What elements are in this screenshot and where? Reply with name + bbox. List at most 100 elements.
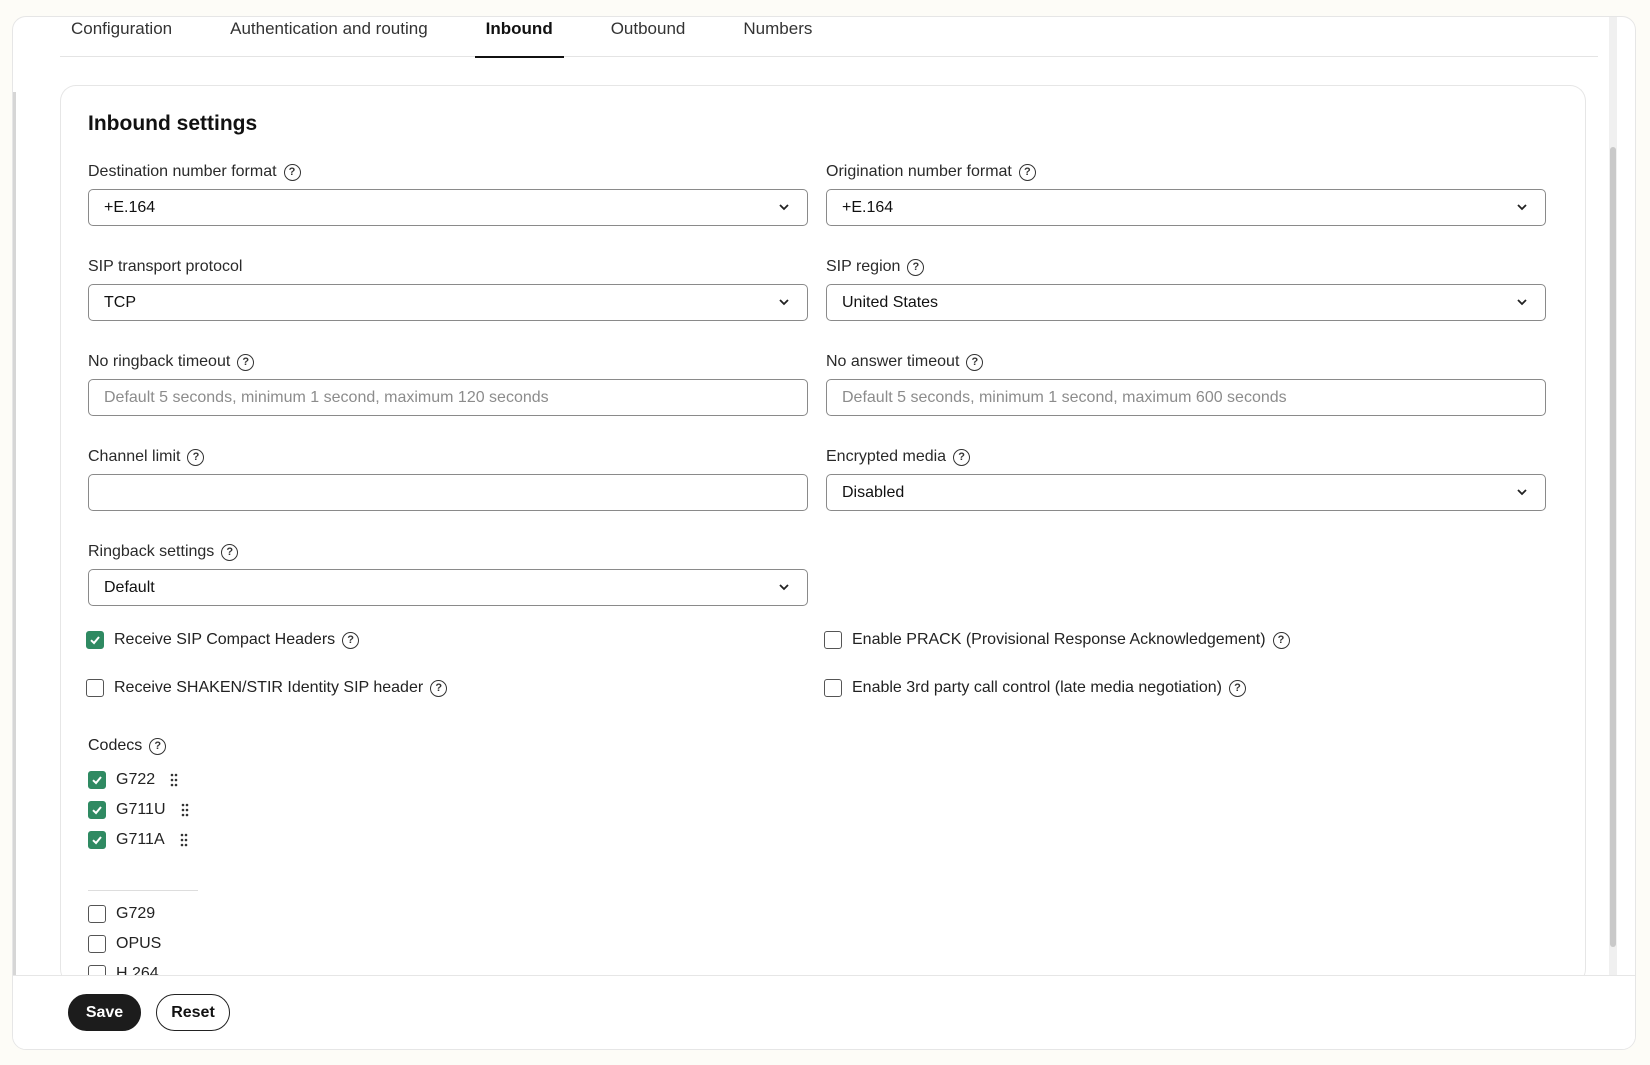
sip-transport-protocol-field: SIP transport protocol TCP xyxy=(88,256,808,321)
ringback-settings-select[interactable]: Default xyxy=(88,569,808,606)
no-ringback-timeout-input[interactable] xyxy=(88,379,808,416)
codec-item[interactable]: OPUS xyxy=(88,933,161,955)
tab-numbers[interactable]: Numbers xyxy=(732,17,823,57)
chevron-down-icon xyxy=(779,299,789,306)
destination-number-format-label: Destination number format xyxy=(88,163,277,180)
help-icon[interactable]: ? xyxy=(149,737,167,755)
codec-checkbox[interactable] xyxy=(88,771,106,789)
ringback-settings-field: Ringback settings ? Default xyxy=(88,541,808,606)
tab-bar: Configuration Authentication and routing… xyxy=(60,17,1598,58)
channel-limit-input[interactable] xyxy=(88,474,808,511)
inbound-settings-card: Inbound settings Destination number form… xyxy=(60,85,1586,985)
third-party-call-control-checkbox-row[interactable]: Enable 3rd party call control (late medi… xyxy=(824,677,1246,699)
sip-region-value: United States xyxy=(842,293,939,311)
check-icon xyxy=(90,636,100,645)
compact-headers-checkbox-row[interactable]: Receive SIP Compact Headers ? xyxy=(86,629,360,651)
encrypted-media-value: Disabled xyxy=(842,483,905,501)
prack-checkbox-row[interactable]: Enable PRACK (Provisional Response Ackno… xyxy=(824,629,1290,651)
help-icon[interactable]: ? xyxy=(283,163,301,181)
chevron-down-icon xyxy=(779,584,789,591)
drag-handle-icon[interactable] xyxy=(180,803,190,817)
channel-limit-label: Channel limit xyxy=(88,448,181,465)
help-icon[interactable]: ? xyxy=(221,543,239,561)
sip-region-select[interactable]: United States xyxy=(826,284,1546,321)
origination-number-format-field: Origination number format ? +E.164 xyxy=(826,161,1546,226)
tab-outbound[interactable]: Outbound xyxy=(600,17,697,57)
scrollbar-thumb[interactable] xyxy=(1610,147,1616,947)
prack-label: Enable PRACK (Provisional Response Ackno… xyxy=(852,631,1266,648)
help-icon[interactable]: ? xyxy=(430,679,448,697)
codec-name: G729 xyxy=(116,905,156,922)
help-icon[interactable]: ? xyxy=(907,258,925,276)
prack-checkbox[interactable] xyxy=(824,631,842,649)
drag-handle-icon[interactable] xyxy=(169,773,179,787)
codec-checkbox[interactable] xyxy=(88,801,106,819)
origination-number-format-value: +E.164 xyxy=(842,198,894,216)
tab-authentication-and-routing[interactable]: Authentication and routing xyxy=(219,17,439,57)
help-icon[interactable]: ? xyxy=(953,448,971,466)
compact-headers-checkbox[interactable] xyxy=(86,631,104,649)
sip-region-field: SIP region ? United States xyxy=(826,256,1546,321)
card-title: Inbound settings xyxy=(88,112,258,135)
third-party-call-control-label: Enable 3rd party call control (late medi… xyxy=(852,679,1222,696)
left-edge xyxy=(13,92,16,982)
no-answer-timeout-input[interactable] xyxy=(826,379,1546,416)
shaken-stir-checkbox-row[interactable]: Receive SHAKEN/STIR Identity SIP header … xyxy=(86,677,448,699)
chevron-down-icon xyxy=(1517,489,1527,496)
codec-checkbox[interactable] xyxy=(88,905,106,923)
settings-frame: Configuration Authentication and routing… xyxy=(12,16,1636,1050)
tab-configuration[interactable]: Configuration xyxy=(60,17,183,57)
shaken-stir-checkbox[interactable] xyxy=(86,679,104,697)
destination-number-format-field: Destination number format ? +E.164 xyxy=(88,161,808,226)
chevron-down-icon xyxy=(1517,204,1527,211)
sip-transport-protocol-value: TCP xyxy=(104,293,136,311)
encrypted-media-select[interactable]: Disabled xyxy=(826,474,1546,511)
sip-region-label: SIP region xyxy=(826,258,901,275)
check-icon xyxy=(92,776,102,785)
ringback-settings-label: Ringback settings xyxy=(88,543,215,560)
codec-name: OPUS xyxy=(116,935,162,952)
codecs-heading: Codecs ? xyxy=(88,735,167,757)
channel-limit-field: Channel limit ? xyxy=(88,446,808,511)
ringback-settings-value: Default xyxy=(104,578,155,596)
codec-item[interactable]: G722 xyxy=(88,769,179,791)
codec-name: G711A xyxy=(116,831,165,848)
help-icon[interactable]: ? xyxy=(1272,631,1290,649)
destination-number-format-value: +E.164 xyxy=(104,198,156,216)
codec-item[interactable]: G729 xyxy=(88,903,155,925)
help-icon[interactable]: ? xyxy=(187,448,205,466)
check-icon xyxy=(92,836,102,845)
codec-checkbox[interactable] xyxy=(88,831,106,849)
compact-headers-label: Receive SIP Compact Headers xyxy=(114,631,336,648)
no-answer-timeout-label: No answer timeout xyxy=(826,353,960,370)
encrypted-media-field: Encrypted media ? Disabled xyxy=(826,446,1546,511)
help-icon[interactable]: ? xyxy=(1228,679,1246,697)
chevron-down-icon xyxy=(779,204,789,211)
no-ringback-timeout-label: No ringback timeout xyxy=(88,353,231,370)
sip-transport-protocol-label: SIP transport protocol xyxy=(88,258,243,275)
encrypted-media-label: Encrypted media xyxy=(826,448,947,465)
chevron-down-icon xyxy=(1517,299,1527,306)
drag-handle-icon[interactable] xyxy=(179,833,189,847)
help-icon[interactable]: ? xyxy=(966,353,984,371)
origination-number-format-select[interactable]: +E.164 xyxy=(826,189,1546,226)
no-answer-timeout-field: No answer timeout ? xyxy=(826,351,1546,416)
check-icon xyxy=(92,806,102,815)
tab-inbound[interactable]: Inbound xyxy=(474,17,564,58)
save-button[interactable]: Save xyxy=(68,994,141,1031)
codecs-label: Codecs xyxy=(88,737,143,754)
codec-item[interactable]: G711U xyxy=(88,799,190,821)
destination-number-format-select[interactable]: +E.164 xyxy=(88,189,808,226)
codec-divider xyxy=(88,890,198,891)
codec-item[interactable]: G711A xyxy=(88,829,189,851)
codec-name: G722 xyxy=(116,771,156,788)
no-ringback-timeout-field: No ringback timeout ? xyxy=(88,351,808,416)
help-icon[interactable]: ? xyxy=(342,631,360,649)
origination-number-format-label: Origination number format xyxy=(826,163,1012,180)
help-icon[interactable]: ? xyxy=(1018,163,1036,181)
reset-button[interactable]: Reset xyxy=(156,994,230,1031)
sip-transport-protocol-select[interactable]: TCP xyxy=(88,284,808,321)
codec-checkbox[interactable] xyxy=(88,935,106,953)
third-party-call-control-checkbox[interactable] xyxy=(824,679,842,697)
help-icon[interactable]: ? xyxy=(237,353,255,371)
